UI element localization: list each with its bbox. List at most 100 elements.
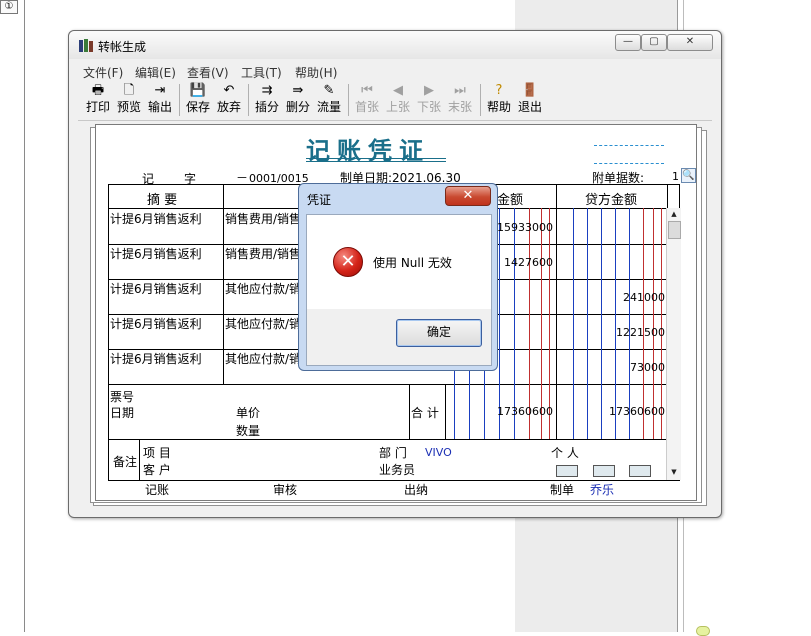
edit-icon[interactable] <box>629 465 651 477</box>
department-label: 部 门 <box>379 446 407 460</box>
menu-help[interactable]: 帮助(H) <box>295 64 337 81</box>
dashed-rule <box>594 163 664 164</box>
title-underline <box>306 158 446 159</box>
toolbar-separator <box>179 84 180 116</box>
menu-edit[interactable]: 编辑(E) <box>135 64 176 81</box>
preview-button[interactable]: 🗋 预览 <box>114 82 144 118</box>
customer-label: 客 户 <box>143 463 171 477</box>
toolbar: 🖶 打印 🗋 预览 ⇥ 输出 💾 保存 ↶ 放弃 ⇉ 插分 ⇛ 删分 ✎ 流量 ⏮ 首张 ◀ 上张 … <box>78 80 712 121</box>
help-button[interactable]: ? 帮助 <box>484 82 514 118</box>
dialog-close-button[interactable]: ✕ <box>445 186 491 206</box>
ok-button[interactable]: 确定 <box>396 319 482 347</box>
background-corner-icon: ① <box>0 0 18 14</box>
dialog-message: 使用 Null 无效 <box>373 256 452 270</box>
digit-column-line <box>601 208 602 439</box>
pencil-icon: ✎ <box>323 83 335 98</box>
first-label: 首张 <box>354 100 379 114</box>
last-voucher-button[interactable]: ⏭ 末张 <box>445 82 475 118</box>
first-voucher-button[interactable]: ⏮ 首张 <box>352 82 382 118</box>
calculator-icon[interactable] <box>593 465 615 477</box>
dialog-button-bar: 确定 <box>307 309 491 365</box>
scroll-thumb[interactable] <box>668 221 681 239</box>
entry-account[interactable]: 销售费用/销售 <box>225 210 301 227</box>
entry-summary[interactable]: 计提6月销售返利 <box>110 315 202 332</box>
entry-debit[interactable]: 1427600 <box>504 256 553 269</box>
delete-entry-button[interactable]: ⇛ 删分 <box>283 82 313 118</box>
grid-line <box>556 185 557 439</box>
preview-label: 预览 <box>116 100 141 114</box>
exit-door-icon: 🚪 <box>521 83 539 98</box>
close-button[interactable]: ✕ <box>667 34 713 51</box>
exit-label: 退出 <box>517 100 542 114</box>
entry-account[interactable]: 销售费用/销售 <box>225 245 301 262</box>
date-field-label: 日期 <box>110 406 135 420</box>
toolbar-separator <box>480 84 481 116</box>
delete-entry-label: 删分 <box>285 100 310 114</box>
cash-flow-button[interactable]: ✎ 流量 <box>314 82 344 118</box>
cashier-label: 出纳 <box>404 483 429 497</box>
entry-summary[interactable]: 计提6月销售返利 <box>110 245 202 262</box>
entry-debit[interactable]: 15933000 <box>497 221 553 234</box>
entry-summary[interactable]: 计提6月销售返利 <box>110 280 202 297</box>
menu-file[interactable]: 文件(F) <box>83 64 123 81</box>
magnifier-icon[interactable]: 🔍 <box>681 168 696 183</box>
attachments-count[interactable]: 1 <box>672 170 679 183</box>
total-debit: 17360600 <box>497 405 553 418</box>
window-titlebar[interactable]: 转帐生成 — ▢ ✕ <box>69 31 721 59</box>
debit-column-header: 金额 <box>497 193 524 208</box>
dialog-title: 凭证 <box>307 193 332 207</box>
exit-button[interactable]: 🚪 退出 <box>515 82 545 118</box>
entry-account[interactable]: 其他应付款/销 <box>225 315 301 332</box>
entry-credit[interactable]: 73000 <box>630 361 665 374</box>
dialog-body: ✕ 使用 Null 无效 确定 <box>306 214 492 366</box>
entry-account[interactable]: 其他应付款/销 <box>225 280 301 297</box>
entry-account[interactable]: 其他应付款/销 <box>225 350 301 367</box>
help-label: 帮助 <box>486 100 511 114</box>
menu-view[interactable]: 查看(V) <box>187 64 229 81</box>
entry-summary[interactable]: 计提6月销售返利 <box>110 350 202 367</box>
reviewer-label: 审核 <box>273 483 298 497</box>
remark-label: 备注 <box>113 455 138 469</box>
next-page-icon: ▶ <box>424 83 434 98</box>
scroll-up-icon[interactable]: ▲ <box>668 208 680 220</box>
grid-line <box>445 385 446 439</box>
next-voucher-button[interactable]: ▶ 下张 <box>414 82 444 118</box>
entry-credit[interactable]: 241000 <box>623 291 665 304</box>
error-dialog: 凭证 ✕ ✕ 使用 Null 无效 确定 <box>298 183 498 371</box>
last-page-icon: ⏭ <box>454 83 466 98</box>
voucher-scrollbar[interactable]: ▲ ▼ <box>666 208 681 480</box>
department-value[interactable]: VIVO <box>425 446 452 459</box>
cash-flow-label: 流量 <box>316 100 341 114</box>
dashed-rule <box>594 145 664 146</box>
preview-icon: 🗋 <box>123 83 135 98</box>
title-underline <box>306 161 446 162</box>
insert-entry-button[interactable]: ⇉ 插分 <box>252 82 282 118</box>
menubar: 文件(F) 编辑(E) 查看(V) 工具(T) 帮助(H) <box>78 63 712 81</box>
maker-name: 乔乐 <box>590 483 615 497</box>
insert-row-icon: ⇉ <box>261 83 273 98</box>
prev-voucher-button[interactable]: ◀ 上张 <box>383 82 413 118</box>
last-label: 末张 <box>447 100 472 114</box>
window-title: 转帐生成 <box>98 40 147 54</box>
delete-row-icon: ⇛ <box>292 83 304 98</box>
export-button[interactable]: ⇥ 输出 <box>145 82 175 118</box>
scroll-down-icon[interactable]: ▼ <box>668 466 680 478</box>
export-icon: ⇥ <box>154 83 166 98</box>
discard-button[interactable]: ↶ 放弃 <box>214 82 244 118</box>
save-label: 保存 <box>185 100 210 114</box>
error-icon: ✕ <box>333 247 363 277</box>
unit-price-label: 单价 <box>236 406 261 420</box>
entry-summary[interactable]: 计提6月销售返利 <box>110 210 202 227</box>
print-button[interactable]: 🖶 打印 <box>83 82 113 118</box>
card-icon[interactable] <box>556 465 578 477</box>
maximize-button[interactable]: ▢ <box>641 34 667 51</box>
summary-column-header: 摘 要 <box>147 193 178 208</box>
save-button[interactable]: 💾 保存 <box>183 82 213 118</box>
discard-label: 放弃 <box>216 100 241 114</box>
credit-column-header: 贷方金额 <box>585 193 638 208</box>
print-label: 打印 <box>85 100 110 114</box>
menu-tools[interactable]: 工具(T) <box>241 64 282 81</box>
entry-credit[interactable]: 1221500 <box>616 326 665 339</box>
grid-line <box>139 439 140 481</box>
minimize-button[interactable]: — <box>615 34 641 51</box>
